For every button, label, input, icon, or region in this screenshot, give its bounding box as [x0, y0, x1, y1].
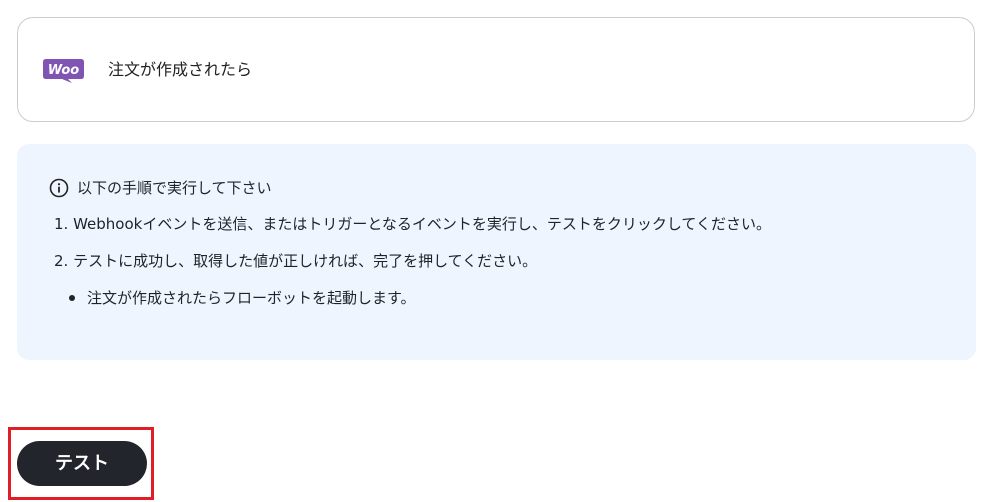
instructions-heading: 以下の手順で実行して下さい: [49, 177, 272, 199]
info-icon: [49, 178, 69, 198]
instruction-bullet: 注文が作成されたらフローボットを起動します。: [69, 287, 416, 309]
test-button[interactable]: テスト: [17, 441, 147, 486]
instructions-panel: 以下の手順で実行して下さい 1. Webhookイベントを送信、またはトリガーと…: [17, 144, 976, 360]
instruction-step-2: 2. テストに成功し、取得した値が正しければ、完了を押してください。: [54, 252, 538, 270]
bullet-dot-icon: [69, 295, 75, 301]
woocommerce-logo-icon: Woo: [43, 59, 84, 83]
woo-logo-text: Woo: [48, 63, 80, 78]
instructions-heading-text: 以下の手順で実行して下さい: [77, 179, 272, 197]
trigger-card[interactable]: Woo 注文が作成されたら: [17, 17, 975, 122]
instruction-step-1: 1. Webhookイベントを送信、またはトリガーとなるイベントを実行し、テスト…: [54, 215, 771, 233]
trigger-label: 注文が作成されたら: [108, 60, 253, 79]
instruction-bullet-text: 注文が作成されたらフローボットを起動します。: [87, 289, 416, 307]
